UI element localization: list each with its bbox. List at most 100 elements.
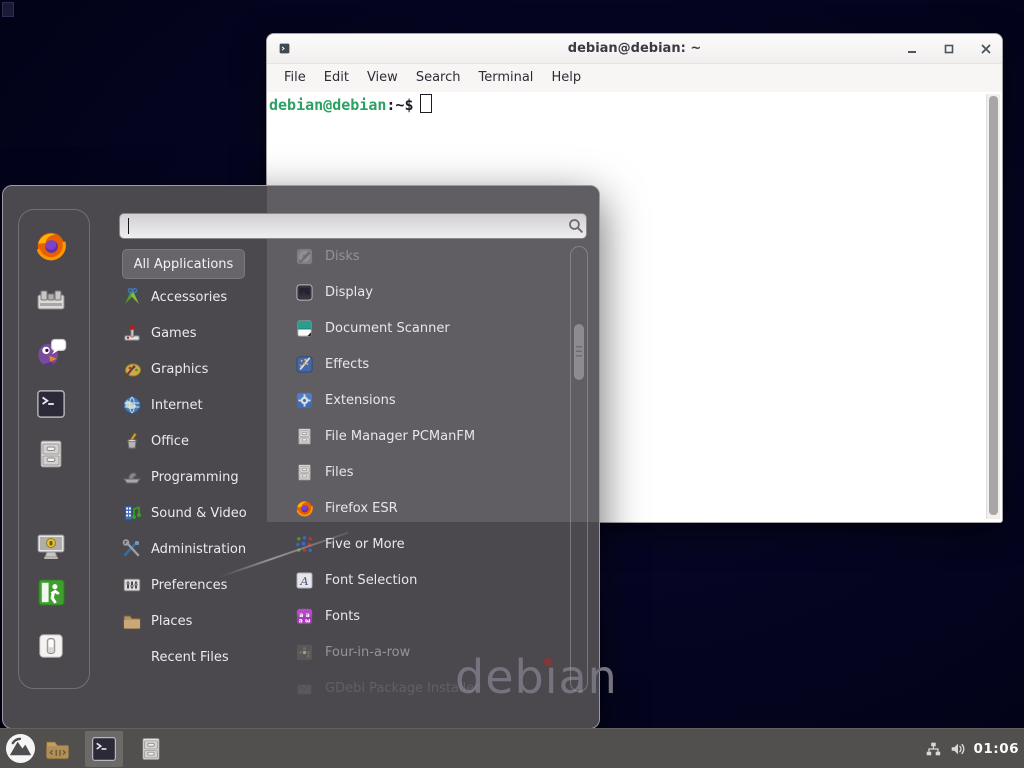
favorite-pidgin-button[interactable] [34, 334, 69, 369]
apps-scrollbar[interactable] [570, 246, 588, 692]
terminal-menu-item-edit[interactable]: Edit [315, 64, 358, 92]
app-label: Fonts [325, 609, 360, 624]
office-icon [122, 431, 142, 451]
app-label: Display [325, 285, 373, 300]
app-display[interactable]: Display [295, 274, 565, 310]
category-label: Places [151, 614, 192, 629]
administration-icon [122, 539, 142, 559]
file-cabinet-icon [295, 463, 314, 482]
app-five-or-more[interactable]: Five or More [295, 526, 565, 562]
app-list: Disks Display Document Scanner Effects Exten… [295, 238, 565, 706]
terminal-menu-item-help[interactable]: Help [542, 64, 590, 92]
logout-icon [36, 577, 67, 608]
pcmanfm-folder-icon [44, 736, 71, 763]
category-programming[interactable]: Programming [122, 459, 277, 495]
document-scanner-icon [295, 319, 314, 338]
category-administration[interactable]: Administration [122, 531, 277, 567]
app-font-selection[interactable]: AFont Selection [295, 562, 565, 598]
category-list: Accessories GamesGraphicsInternet Office Pr… [122, 279, 277, 675]
preferences-icon [122, 575, 142, 595]
favorite-package-manager-button[interactable] [35, 285, 67, 317]
application-menu: debıan All Applications AccessoriesGames… [2, 185, 600, 729]
taskbar-files-button[interactable] [138, 736, 164, 762]
category-graphics[interactable]: Graphics [122, 351, 277, 387]
taskbar: 01:06 [0, 728, 1024, 768]
app-label: Disks [325, 249, 360, 264]
system-tray: 01:06 [924, 729, 1019, 768]
category-label: Recent Files [151, 650, 229, 665]
category-label: Office [151, 434, 189, 449]
app-label: File Manager PCManFM [325, 429, 475, 444]
prompt-suffix: :~$ [386, 96, 413, 114]
app-search-input[interactable] [119, 213, 587, 239]
session-lock-screen-button[interactable] [35, 530, 67, 562]
terminal-menu-item-search[interactable]: Search [407, 64, 470, 92]
svg-text:A: A [299, 573, 308, 587]
terminal-menu-item-view[interactable]: View [358, 64, 407, 92]
minimize-button[interactable] [906, 43, 918, 55]
app-extensions[interactable]: Extensions [295, 382, 565, 418]
category-places[interactable]: Places [122, 603, 277, 639]
taskbar-menu-button[interactable] [5, 733, 36, 764]
app-label: GDebi Package Installer [325, 681, 480, 696]
app-effects[interactable]: Effects [295, 346, 565, 382]
favorite-file-manager-button[interactable] [35, 438, 67, 470]
terminal-scrollbar-thumb[interactable] [989, 96, 998, 515]
app-document-scanner[interactable]: Document Scanner [295, 310, 565, 346]
prompt-user-host: debian@debian [269, 96, 386, 114]
terminal-scrollbar[interactable] [986, 94, 1000, 519]
favorite-terminal-button[interactable] [36, 389, 66, 419]
terminal-menu-item-file[interactable]: File [275, 64, 315, 92]
window-controls [906, 34, 992, 63]
blank-icon [122, 647, 142, 667]
terminal-titlebar[interactable]: debian@debian: ~ [267, 34, 1002, 64]
svg-text:a ω: a ω [299, 617, 311, 624]
display-icon [295, 283, 314, 302]
tray-volume-icon[interactable] [949, 740, 967, 758]
category-games[interactable]: Games [122, 315, 277, 351]
terminal-window-icon [278, 42, 291, 55]
menu-logo-icon [5, 733, 36, 764]
firefox-icon [295, 499, 314, 518]
app-label: Files [325, 465, 354, 480]
terminal-cursor [420, 94, 432, 113]
category-label: Programming [151, 470, 239, 485]
category-office[interactable]: Office [122, 423, 277, 459]
category-label: Accessories [151, 290, 227, 305]
places-icon [122, 611, 142, 631]
app-label: Extensions [325, 393, 396, 408]
app-firefox-esr[interactable]: Firefox ESR [295, 490, 565, 526]
app-label: Document Scanner [325, 321, 450, 336]
app-files[interactable]: Files [295, 454, 565, 490]
lock-screen-icon [35, 530, 67, 562]
taskbar-clock[interactable]: 01:06 [974, 741, 1019, 757]
favorite-firefox-button[interactable] [34, 229, 68, 263]
terminal-menu-item-terminal[interactable]: Terminal [469, 64, 542, 92]
category-recent-files[interactable]: Recent Files [122, 639, 277, 675]
maximize-button[interactable] [943, 43, 955, 55]
session-log-out-button[interactable] [36, 577, 67, 608]
session-shut-down-button[interactable] [36, 631, 66, 661]
app-four-in-a-row: Four-in-a-row [295, 634, 565, 670]
apps-scrollbar-thumb[interactable] [574, 324, 584, 380]
category-sound-video[interactable]: Sound & Video [122, 495, 277, 531]
firefox-icon [34, 229, 68, 263]
all-applications-button[interactable]: All Applications [122, 249, 245, 279]
tray-network-icon[interactable] [924, 740, 942, 758]
taskbar-file-manager-button[interactable] [44, 736, 71, 763]
category-preferences[interactable]: Preferences [122, 567, 277, 603]
category-accessories[interactable]: Accessories [122, 279, 277, 315]
shutdown-icon [36, 631, 66, 661]
fonts-icon: a aa ω [295, 607, 314, 626]
app-file-manager-pcmanfm[interactable]: File Manager PCManFM [295, 418, 565, 454]
terminal-menubar: FileEditViewSearchTerminalHelp [267, 64, 1002, 92]
programming-icon [122, 467, 142, 487]
taskbar-terminal-button[interactable] [85, 731, 123, 767]
package-manager-icon [35, 285, 67, 317]
app-fonts[interactable]: a aa ω Fonts [295, 598, 565, 634]
close-button[interactable] [980, 43, 992, 55]
terminal-icon [91, 736, 117, 762]
category-internet[interactable]: Internet [122, 387, 277, 423]
internet-icon [122, 395, 142, 415]
terminal-icon [36, 389, 66, 419]
